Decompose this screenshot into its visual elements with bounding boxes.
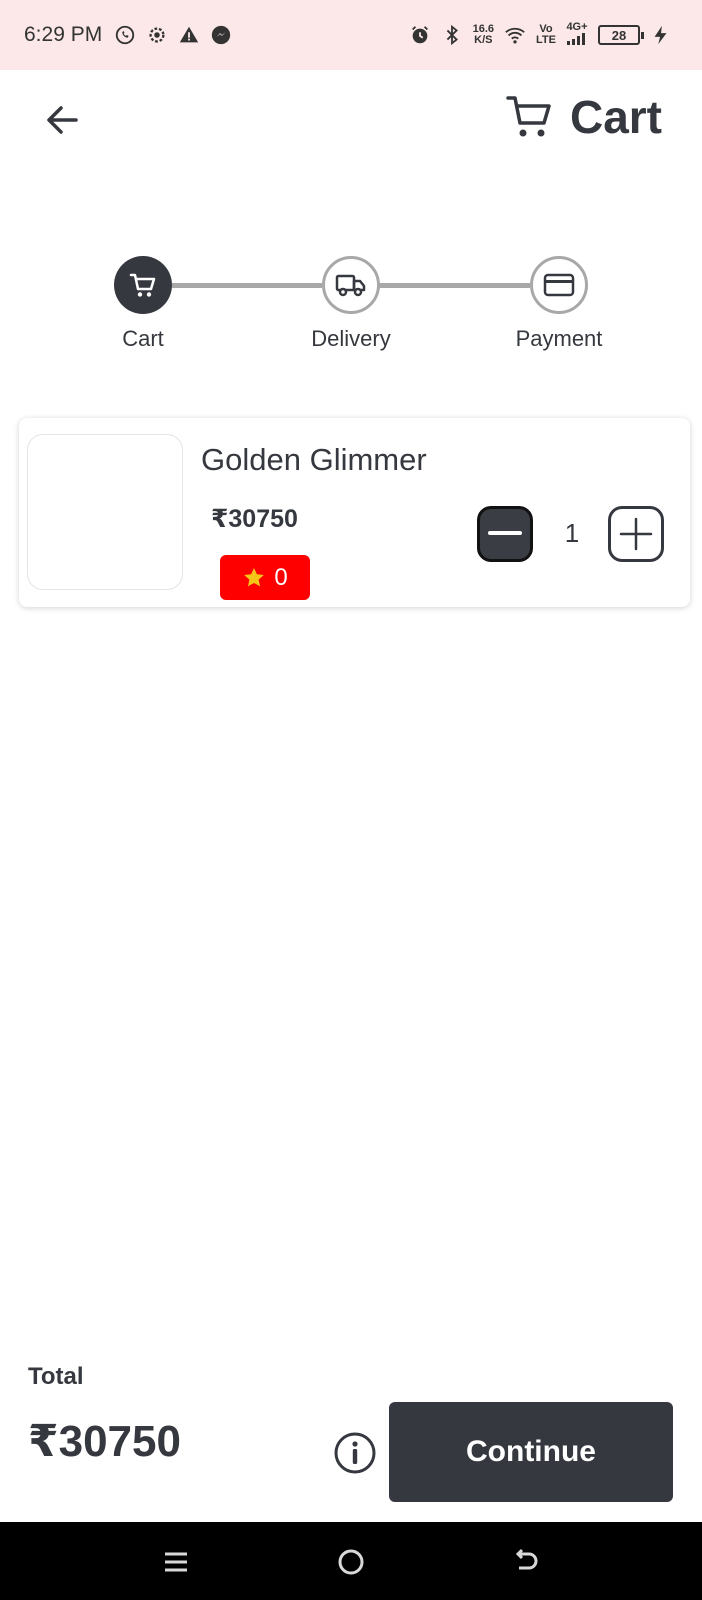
rating-value: 0 (274, 563, 288, 591)
battery-indicator: 28 (598, 25, 644, 45)
recent-apps-button[interactable] (156, 1542, 196, 1582)
notification-icons (114, 24, 232, 46)
speed-unit: K/S (474, 34, 493, 46)
whatsapp-icon (116, 25, 135, 45)
bluetooth-icon (446, 24, 458, 46)
cart-item-card[interactable]: Golden Glimmer ₹30750 0 1 (19, 418, 690, 607)
total-label: Total (28, 1363, 84, 1390)
info-button[interactable] (333, 1431, 377, 1475)
total-value: ₹30750 (28, 1417, 181, 1466)
step-delivery[interactable] (322, 256, 380, 314)
home-button[interactable] (331, 1542, 371, 1582)
step-connector (378, 283, 530, 288)
wifi-icon (505, 27, 525, 44)
checkout-footer: Total ₹30750 Continue (0, 1348, 702, 1522)
network-type: 4G+ (566, 21, 588, 33)
home-circle-icon (338, 1549, 364, 1575)
page-header: Cart (504, 90, 662, 144)
signal-indicator: 4G+ (566, 22, 588, 48)
step-payment[interactable] (530, 256, 588, 314)
step-connector (172, 283, 322, 288)
back-nav-icon (515, 1548, 538, 1570)
cart-icon (129, 273, 156, 297)
star-icon (244, 567, 265, 586)
volte-indicator: Vo LTE (536, 24, 556, 46)
decrease-quantity-button[interactable] (477, 506, 533, 562)
messenger-icon (212, 25, 231, 45)
product-image (27, 434, 183, 590)
charging-icon (654, 25, 667, 45)
increase-quantity-button[interactable] (608, 506, 664, 562)
back-button[interactable] (40, 98, 84, 142)
step-label-payment: Payment (515, 326, 603, 351)
step-label-cart: Cart (122, 326, 164, 351)
quantity-value: 1 (564, 518, 580, 548)
cart-icon (506, 96, 551, 137)
credit-card-icon (543, 273, 575, 297)
page-title: Cart (569, 91, 662, 143)
system-indicators: 16.6 K/S Vo LTE 4G+ 28 (409, 0, 672, 70)
network-speed: 16.6 K/S (473, 24, 494, 46)
checkout-stepper: Cart Delivery Payment (0, 250, 702, 360)
truck-icon (335, 274, 366, 297)
rating-badge: 0 (220, 555, 310, 600)
volte-bottom: LTE (536, 34, 556, 46)
settings-icon (149, 27, 165, 43)
step-cart[interactable] (114, 256, 172, 314)
info-icon (334, 1432, 376, 1474)
status-bar: 6:29 PM 16.6 K/S Vo LTE 4G+ 28 (0, 0, 702, 70)
system-nav-bar (0, 1522, 702, 1600)
status-time: 6:29 PM (24, 23, 103, 46)
minus-icon (488, 531, 522, 535)
menu-icon (165, 1552, 187, 1572)
product-price: ₹30750 (211, 505, 298, 533)
plus-icon (619, 517, 653, 551)
arrow-left-icon (47, 106, 78, 134)
signal-bars-icon (567, 33, 585, 45)
warning-icon (180, 26, 199, 43)
back-nav-button[interactable] (506, 1542, 546, 1582)
continue-button[interactable]: Continue (389, 1402, 673, 1502)
product-name: Golden Glimmer (201, 442, 427, 477)
alarm-icon (411, 26, 428, 44)
step-label-delivery: Delivery (311, 326, 391, 351)
